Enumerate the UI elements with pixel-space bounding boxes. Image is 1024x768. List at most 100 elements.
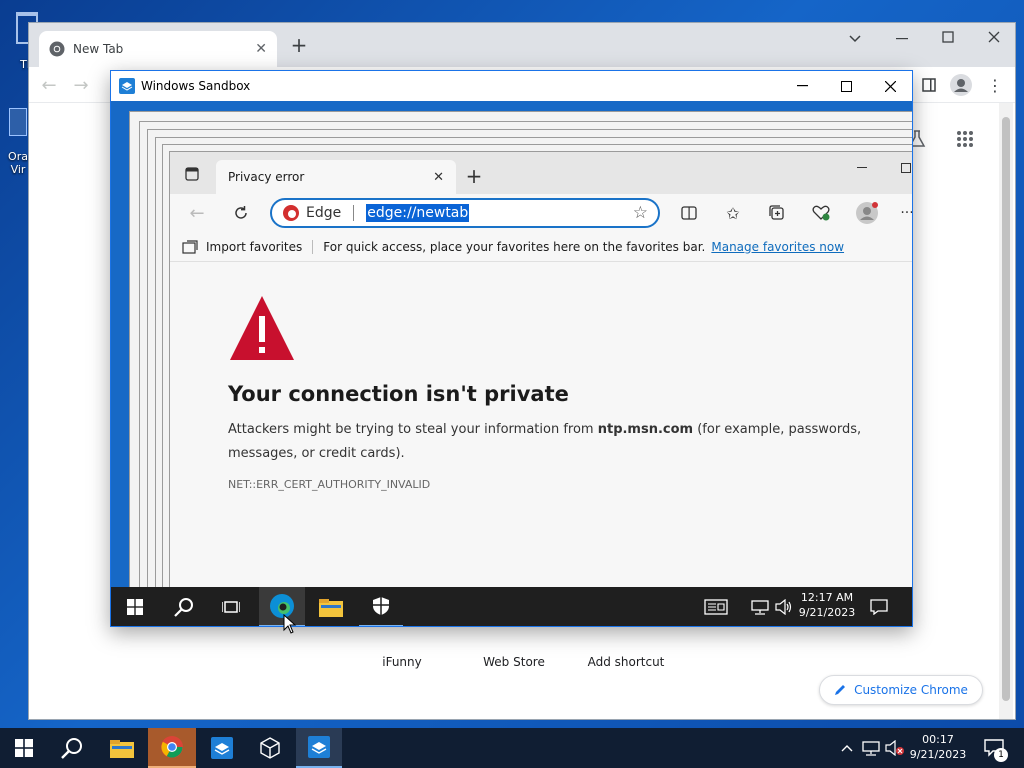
error-page: Your connection isn't private Attackers … bbox=[170, 262, 912, 626]
maximize-button[interactable] bbox=[898, 160, 912, 176]
close-icon[interactable]: ✕ bbox=[433, 170, 444, 185]
minimize-button[interactable] bbox=[852, 160, 872, 176]
refresh-icon[interactable] bbox=[230, 202, 252, 224]
virtualbox-icon bbox=[9, 108, 27, 136]
tab-actions-icon[interactable] bbox=[182, 164, 202, 184]
minimize-button[interactable] bbox=[791, 77, 813, 95]
volume-icon[interactable] bbox=[773, 587, 795, 626]
close-button[interactable] bbox=[879, 77, 901, 95]
favorite-star-icon[interactable]: ☆ bbox=[633, 203, 648, 223]
new-tab-button[interactable]: + bbox=[462, 164, 486, 188]
browser-essentials-icon[interactable] bbox=[810, 202, 832, 224]
action-center-icon[interactable] bbox=[867, 587, 891, 626]
edge-logo-icon bbox=[282, 204, 300, 222]
manage-favorites-link[interactable]: Manage favorites now bbox=[711, 240, 844, 254]
sandbox-clock[interactable]: 12:17 AM 9/21/2023 bbox=[797, 590, 857, 620]
sandbox-taskbar: 12:17 AM 9/21/2023 bbox=[111, 587, 912, 626]
settings-more-icon[interactable]: ··· bbox=[898, 202, 912, 224]
maximize-button[interactable] bbox=[835, 77, 857, 95]
sandbox-window: Windows Sandbox Privacy error ✕ + ← Edge… bbox=[110, 70, 913, 627]
edge-navbar: ← Edge edge://newtab ☆ ✩ ·· bbox=[170, 194, 912, 232]
side-panel-icon[interactable] bbox=[919, 75, 939, 95]
search-icon[interactable] bbox=[52, 728, 92, 768]
error-title: Your connection isn't private bbox=[228, 382, 569, 406]
favbar-hint: For quick access, place your favorites h… bbox=[323, 239, 706, 254]
desktop-icon-label: Vir bbox=[10, 163, 26, 176]
split-screen-icon[interactable] bbox=[678, 202, 700, 224]
forward-arrow-icon[interactable]: → bbox=[71, 75, 91, 96]
sandbox-title: Windows Sandbox bbox=[141, 79, 251, 93]
desktop-icon-label: Ora bbox=[8, 150, 28, 163]
import-favorites-button[interactable]: Import favorites bbox=[206, 240, 302, 254]
shortcut-add[interactable]: Add shortcut bbox=[581, 655, 671, 669]
customize-chrome-button[interactable]: Customize Chrome bbox=[819, 675, 983, 705]
edge-tab-title: Privacy error bbox=[228, 170, 305, 184]
apps-grid-icon[interactable] bbox=[953, 127, 977, 151]
network-icon[interactable] bbox=[860, 728, 882, 768]
warning-triangle-icon bbox=[228, 294, 296, 362]
profile-avatar-icon[interactable] bbox=[854, 200, 880, 226]
sandbox-time: 12:17 AM bbox=[800, 591, 854, 604]
edge-tab-privacy-error[interactable]: Privacy error ✕ bbox=[216, 160, 456, 194]
chrome-tab-title: New Tab bbox=[73, 42, 124, 56]
start-button[interactable] bbox=[6, 728, 42, 768]
sandbox-app-icon bbox=[119, 78, 135, 94]
chrome-tabstrip: New Tab ✕ + bbox=[29, 23, 1015, 67]
favorites-icon[interactable]: ✩ bbox=[722, 202, 744, 224]
chrome-tab-new-tab[interactable]: New Tab ✕ bbox=[39, 31, 277, 67]
minimize-button[interactable] bbox=[889, 29, 915, 49]
customize-chrome-label: Customize Chrome bbox=[854, 683, 968, 697]
error-code: NET::ERR_CERT_AUTHORITY_INVALID bbox=[228, 478, 431, 491]
address-separator bbox=[353, 205, 355, 221]
sandbox-taskbar-icon[interactable] bbox=[200, 728, 244, 768]
new-tab-button[interactable]: + bbox=[287, 33, 311, 57]
back-arrow-icon[interactable]: ← bbox=[186, 202, 208, 224]
profile-avatar-icon[interactable] bbox=[949, 73, 973, 97]
back-arrow-icon[interactable]: ← bbox=[39, 75, 59, 96]
start-button[interactable] bbox=[121, 587, 149, 626]
maximize-button[interactable] bbox=[935, 27, 961, 47]
show-hidden-icons-chevron-icon[interactable] bbox=[838, 728, 856, 768]
desktop-icon-virtualbox[interactable]: Ora Vir bbox=[8, 108, 28, 188]
error-description-pre: Attackers might be trying to steal your … bbox=[228, 422, 598, 437]
host-taskbar: 00:17 9/21/2023 1 bbox=[0, 728, 1024, 768]
edge-taskbar-icon[interactable] bbox=[259, 587, 305, 626]
favorites-bar: Import favorites For quick access, place… bbox=[170, 232, 912, 262]
host-date: 9/21/2023 bbox=[909, 748, 967, 761]
notification-count-badge: 1 bbox=[994, 748, 1008, 762]
url-text[interactable]: edge://newtab bbox=[366, 204, 470, 222]
sandbox-window-taskbar-icon[interactable] bbox=[296, 728, 342, 768]
favbar-divider bbox=[312, 239, 314, 254]
chrome-logo-icon bbox=[49, 41, 65, 57]
site-identity-label: Edge bbox=[306, 205, 342, 221]
shortcut-ifunny[interactable]: iFunny bbox=[357, 655, 447, 669]
collections-icon[interactable] bbox=[766, 202, 788, 224]
close-icon[interactable]: ✕ bbox=[255, 41, 267, 57]
host-time: 00:17 bbox=[922, 733, 954, 746]
search-icon[interactable] bbox=[169, 587, 199, 626]
error-description: Attackers might be trying to steal your … bbox=[228, 418, 912, 466]
task-view-icon[interactable] bbox=[217, 587, 245, 626]
volume-muted-icon[interactable] bbox=[884, 728, 906, 768]
network-icon[interactable] bbox=[749, 587, 771, 626]
address-bar[interactable]: Edge edge://newtab ☆ bbox=[270, 198, 660, 228]
sandbox-desktop: Privacy error ✕ + ← Edge edge://newtab ☆… bbox=[111, 101, 912, 626]
file-explorer-icon[interactable] bbox=[100, 728, 144, 768]
sandbox-titlebar: Windows Sandbox bbox=[111, 71, 912, 101]
news-widget-icon[interactable] bbox=[701, 587, 731, 626]
chrome-menu-icon[interactable]: ⋮ bbox=[985, 75, 1005, 95]
mouse-pointer-icon bbox=[283, 614, 297, 634]
close-button[interactable] bbox=[981, 27, 1007, 47]
file-explorer-icon[interactable] bbox=[309, 587, 353, 626]
chrome-taskbar-icon[interactable] bbox=[148, 728, 196, 768]
error-host: ntp.msn.com bbox=[597, 422, 694, 437]
host-clock[interactable]: 00:17 9/21/2023 bbox=[906, 732, 970, 762]
security-shield-icon[interactable] bbox=[359, 587, 403, 626]
tab-search-chevron-icon[interactable] bbox=[845, 29, 865, 49]
edge-tabstrip: Privacy error ✕ + bbox=[170, 152, 912, 194]
chrome-vertical-scrollbar[interactable] bbox=[999, 103, 1013, 719]
virtualbox-cube-icon[interactable] bbox=[248, 728, 292, 768]
scrollbar-thumb[interactable] bbox=[1002, 117, 1010, 701]
import-favorites-icon bbox=[182, 239, 198, 254]
shortcut-web-store[interactable]: Web Store bbox=[469, 655, 559, 669]
